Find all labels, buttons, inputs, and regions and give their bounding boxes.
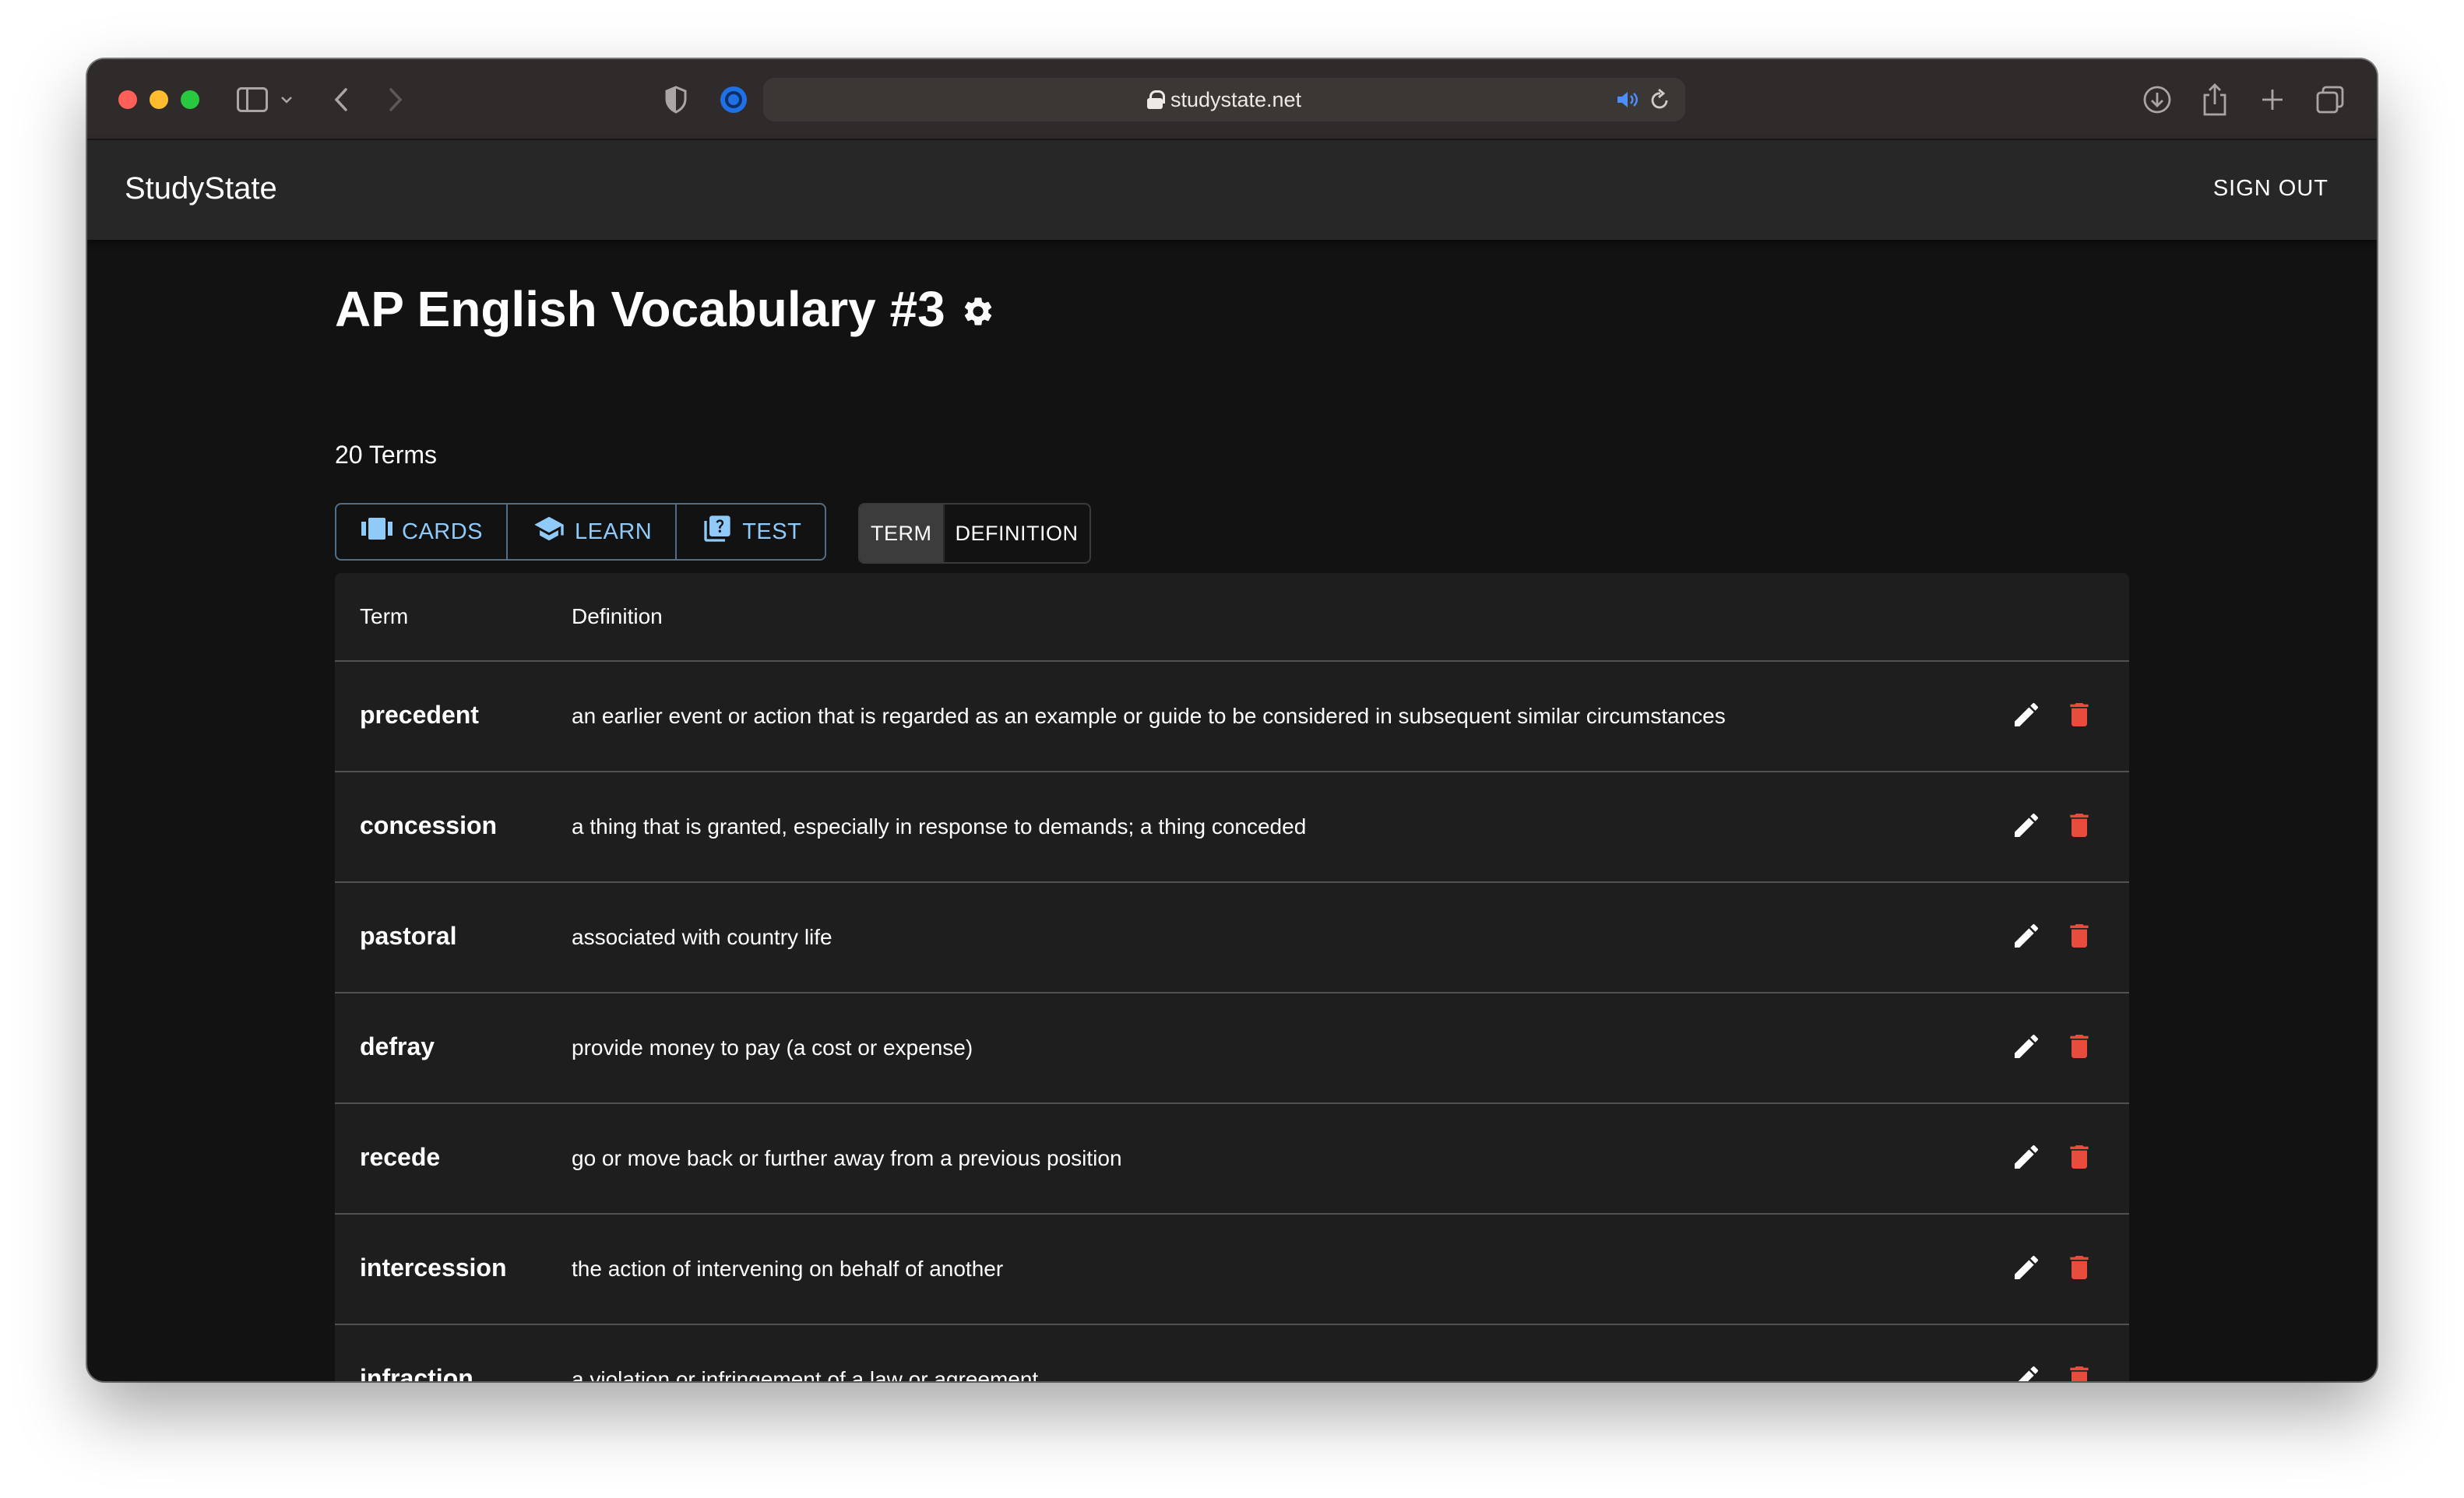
edit-button[interactable] — [2008, 1029, 2045, 1067]
delete-button[interactable] — [2061, 698, 2098, 735]
table-row: infraction a violation or infringement o… — [335, 1325, 2129, 1381]
brand-logo[interactable]: StudyState — [125, 171, 277, 206]
shield-icon[interactable] — [659, 81, 693, 118]
cards-button[interactable]: CARDS — [336, 505, 509, 559]
trash-icon — [2064, 1141, 2095, 1176]
reload-icon[interactable] — [1648, 86, 1673, 114]
definition-column-header: Definition — [572, 604, 663, 628]
title-row: AP English Vocabulary #3 — [335, 280, 995, 338]
table-body: precedent an earlier event or action tha… — [335, 662, 2129, 1381]
pencil-icon — [2011, 1031, 2042, 1066]
table-row: intercession the action of intervening o… — [335, 1215, 2129, 1325]
learn-label: LEARN — [575, 519, 653, 544]
pencil-icon — [2011, 699, 2042, 734]
address-bar[interactable]: studystate.net — [763, 78, 1685, 121]
cards-icon — [361, 518, 402, 546]
download-icon[interactable] — [2138, 81, 2176, 118]
edit-button[interactable] — [2008, 1361, 2045, 1381]
minimize-window-button[interactable] — [150, 90, 168, 109]
learn-button[interactable]: LEARN — [508, 505, 678, 559]
app-header: StudyState SIGN OUT — [87, 140, 2377, 240]
delete-button[interactable] — [2061, 919, 2098, 956]
page-title: AP English Vocabulary #3 — [335, 281, 945, 337]
gear-icon[interactable] — [961, 294, 995, 329]
back-icon[interactable] — [326, 79, 357, 120]
lock-icon — [1146, 90, 1165, 109]
delete-button[interactable] — [2061, 1140, 2098, 1177]
term-definition-toggle: TERM DEFINITION — [858, 503, 1091, 564]
cards-label: CARDS — [402, 519, 484, 544]
delete-button[interactable] — [2061, 1029, 2098, 1067]
sign-out-button[interactable]: SIGN OUT — [2213, 176, 2328, 202]
table-header: Term Definition — [335, 573, 2129, 662]
term-cell: recede — [360, 1143, 441, 1171]
pencil-icon — [2011, 1363, 2042, 1381]
definition-cell: a violation or infringement of a law or … — [572, 1367, 1039, 1381]
term-toggle-button[interactable]: TERM — [860, 505, 945, 562]
speaker-icon[interactable] — [1615, 87, 1640, 112]
definition-cell: an earlier event or action that is regar… — [572, 704, 1726, 728]
definition-cell: a thing that is granted, especially in r… — [572, 814, 1307, 839]
definition-toggle-button[interactable]: DEFINITION — [945, 505, 1089, 562]
tabs-icon[interactable] — [2311, 81, 2349, 118]
term-column-header: Term — [360, 604, 409, 628]
table-row: defray provide money to pay (a cost or e… — [335, 993, 2129, 1104]
edit-button[interactable] — [2008, 919, 2045, 956]
test-label: TEST — [742, 519, 802, 544]
definition-cell: associated with country life — [572, 925, 832, 949]
term-cell: intercession — [360, 1254, 507, 1282]
term-count: 20 Terms — [335, 441, 438, 469]
pencil-icon — [2011, 1252, 2042, 1287]
definition-cell: go or move back or further away from a p… — [572, 1146, 1122, 1170]
terms-table: Term Definition precedent an earlier eve… — [335, 573, 2129, 1381]
trash-icon — [2064, 1363, 2095, 1381]
chevron-down-icon[interactable] — [277, 86, 296, 114]
browser-window: studystate.net StudyState SIGN OUT AP En… — [87, 59, 2377, 1381]
test-button[interactable]: TEST — [677, 505, 825, 559]
browser-toolbar: studystate.net — [87, 59, 2377, 140]
graduation-cap-icon — [533, 515, 575, 548]
definition-cell: the action of intervening on behalf of a… — [572, 1257, 1004, 1281]
trash-icon — [2064, 699, 2095, 734]
trash-icon — [2064, 810, 2095, 845]
trash-icon — [2064, 920, 2095, 955]
zoom-window-button[interactable] — [181, 90, 199, 109]
term-cell: concession — [360, 811, 498, 839]
table-row: recede go or move back or further away f… — [335, 1104, 2129, 1215]
delete-button[interactable] — [2061, 1250, 2098, 1288]
share-icon[interactable] — [2196, 78, 2233, 121]
definition-cell: provide money to pay (a cost or expense) — [572, 1036, 973, 1060]
study-mode-buttons: CARDS LEARN TEST — [335, 503, 827, 561]
delete-button[interactable] — [2061, 1361, 2098, 1381]
edit-button[interactable] — [2008, 1250, 2045, 1288]
extension-icon[interactable] — [715, 81, 752, 118]
trash-icon — [2064, 1031, 2095, 1066]
edit-button[interactable] — [2008, 1140, 2045, 1177]
term-cell: defray — [360, 1032, 435, 1060]
pencil-icon — [2011, 1141, 2042, 1176]
edit-button[interactable] — [2008, 698, 2045, 735]
term-cell: infraction — [360, 1364, 473, 1381]
delete-button[interactable] — [2061, 808, 2098, 846]
plus-icon[interactable] — [2254, 79, 2291, 120]
forward-icon[interactable] — [380, 79, 411, 120]
edit-button[interactable] — [2008, 808, 2045, 846]
table-row: pastoral associated with country life — [335, 883, 2129, 993]
term-cell: pastoral — [360, 922, 457, 950]
sidebar-icon[interactable] — [237, 87, 268, 112]
table-row: precedent an earlier event or action tha… — [335, 662, 2129, 772]
close-window-button[interactable] — [118, 90, 137, 109]
pencil-icon — [2011, 810, 2042, 845]
pencil-icon — [2011, 920, 2042, 955]
quiz-icon — [702, 513, 742, 550]
url-text: studystate.net — [1170, 87, 1302, 111]
term-cell: precedent — [360, 701, 479, 729]
trash-icon — [2064, 1252, 2095, 1287]
table-row: concession a thing that is granted, espe… — [335, 772, 2129, 883]
